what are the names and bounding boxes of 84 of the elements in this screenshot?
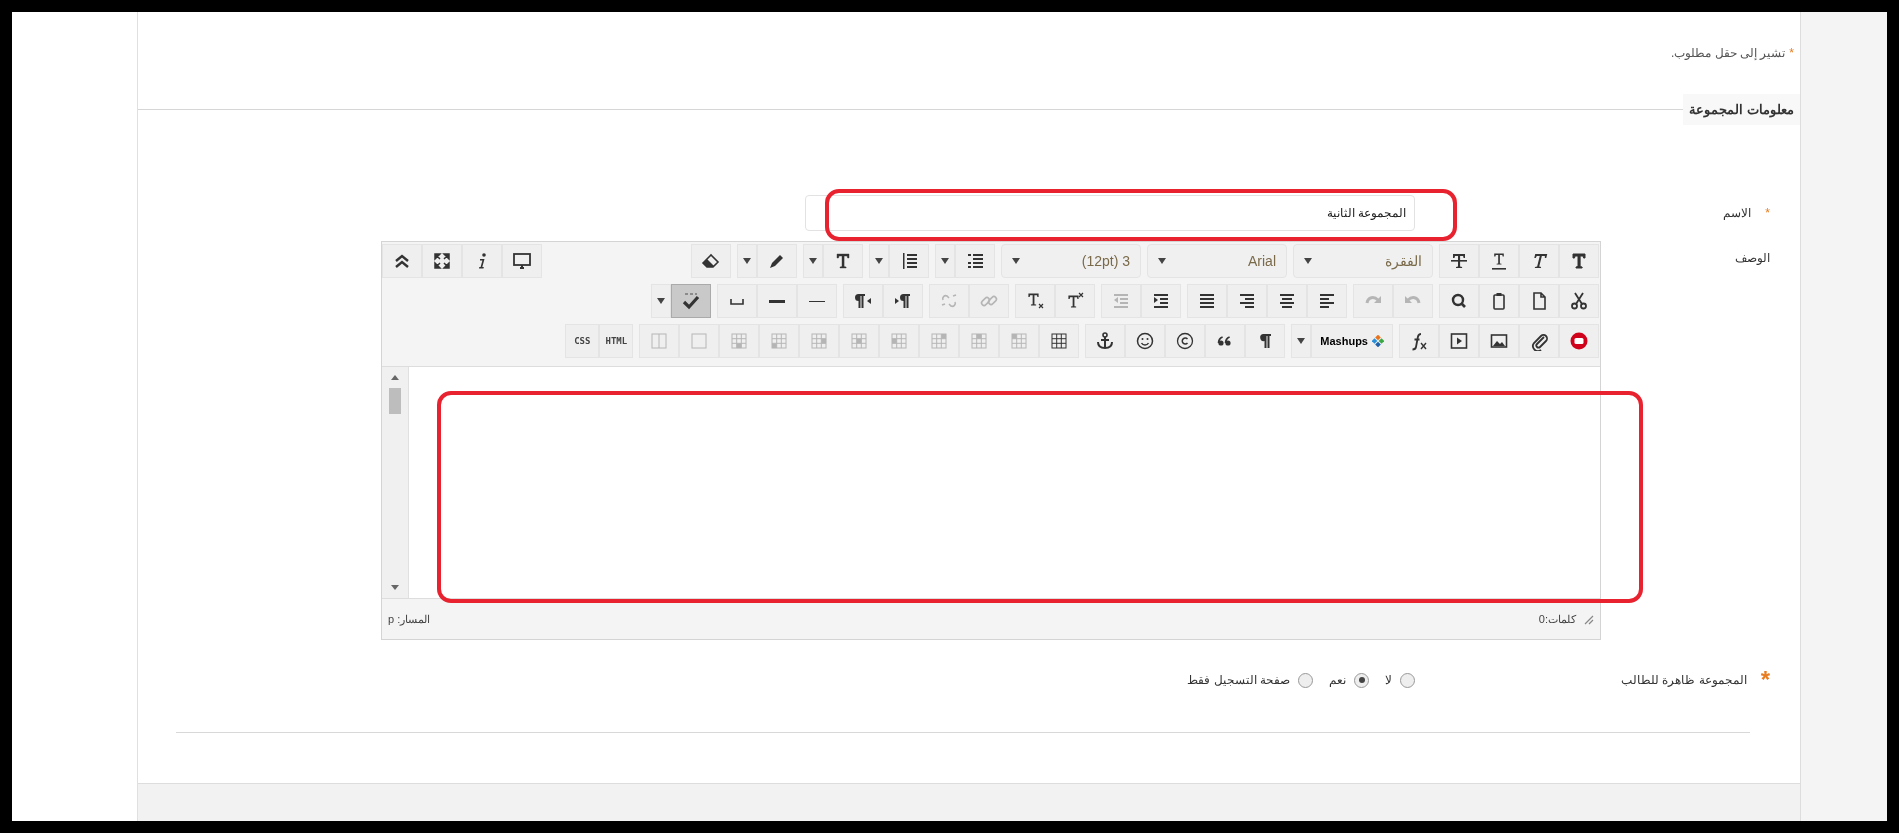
caret-icon xyxy=(875,258,883,264)
image-icon xyxy=(1489,331,1509,351)
grid-icon xyxy=(929,331,950,351)
paragraph-direction-icon xyxy=(853,291,873,311)
radio-label[interactable]: صفحة التسجيل فقط xyxy=(1187,673,1290,687)
scroll-up-icon[interactable] xyxy=(391,375,399,380)
bulleted-list-icon xyxy=(965,251,985,271)
required-mark: * xyxy=(1760,668,1770,692)
indent-icon xyxy=(1151,291,1171,311)
radio-button[interactable] xyxy=(1298,672,1313,688)
text-color-icon xyxy=(833,251,853,271)
caret-icon xyxy=(1297,338,1306,344)
align-justify-icon xyxy=(1197,291,1217,311)
code-view-button[interactable]: CSS xyxy=(565,324,600,358)
grid-icon xyxy=(849,331,870,351)
subscript-icon xyxy=(1025,291,1045,311)
scissors-icon xyxy=(1569,291,1589,311)
caret-icon xyxy=(1012,258,1020,264)
field-label: المجموعة ظاهرة للطالب xyxy=(1621,673,1747,687)
caret-icon xyxy=(657,298,665,304)
paperclip-icon xyxy=(1529,331,1549,351)
dropdown-arrow-button[interactable] xyxy=(869,244,889,278)
dropdown-select[interactable]: الفقرة xyxy=(1293,244,1433,278)
field-label: الوصف xyxy=(1735,251,1770,265)
space-icon xyxy=(730,297,744,305)
required-mark: * xyxy=(1765,206,1770,220)
radio-button[interactable] xyxy=(1354,672,1369,688)
radio-label[interactable]: نعم xyxy=(1329,673,1346,687)
dropdown-select[interactable]: (12pt) 3 xyxy=(1001,244,1141,278)
video-icon xyxy=(1569,331,1589,351)
mashups-button[interactable]: Mashups xyxy=(1311,324,1393,358)
strikethrough-icon xyxy=(1449,251,1469,271)
code-view-button[interactable]: HTML xyxy=(599,324,634,358)
eraser-icon xyxy=(701,251,721,271)
grid-icon xyxy=(969,331,990,351)
caret-icon xyxy=(809,258,817,264)
grid-icon xyxy=(809,331,830,351)
word-count: كلمات:0 xyxy=(1538,612,1576,626)
align-left-icon xyxy=(1317,291,1337,311)
table-icon xyxy=(1049,331,1070,351)
grid-icon xyxy=(769,331,790,351)
copyright-icon xyxy=(1175,331,1196,351)
grid-icon xyxy=(1009,331,1030,351)
paragraph-direction-icon xyxy=(893,291,913,311)
four-dots-icon xyxy=(1372,335,1384,347)
radio-label[interactable]: لا xyxy=(1385,673,1392,687)
radio-button[interactable] xyxy=(1400,672,1415,688)
bold-icon xyxy=(1569,251,1589,271)
dropdown-arrow-button[interactable] xyxy=(935,244,955,278)
toolbar-button[interactable] xyxy=(671,284,711,318)
dropdown-arrow-button[interactable] xyxy=(1291,324,1312,358)
field-label: الاسم xyxy=(1723,206,1752,220)
spellcheck-icon xyxy=(681,291,701,311)
name-field[interactable]: المجموعة الثانية xyxy=(805,195,1415,231)
grid-icon xyxy=(889,331,910,351)
outdent-icon xyxy=(1111,291,1131,311)
caret-icon xyxy=(941,258,949,264)
smiley-icon xyxy=(1135,331,1156,351)
required-note: تشير إلى حقل مطلوب. xyxy=(1671,46,1786,60)
align-center-icon xyxy=(1277,291,1297,311)
dropdown-arrow-button[interactable] xyxy=(737,244,757,278)
anchor-icon xyxy=(1095,331,1116,351)
media-icon xyxy=(1449,331,1469,351)
caret-icon xyxy=(1158,258,1166,264)
columns-icon xyxy=(649,331,670,351)
fullscreen-icon xyxy=(432,251,452,271)
monitor-icon xyxy=(512,251,532,271)
element-path: المسار: p xyxy=(388,612,431,626)
square-icon xyxy=(689,331,710,351)
horizontal-line-icon xyxy=(809,300,825,302)
section-title: معلومات المجموعة xyxy=(1683,94,1800,125)
dropdown-select[interactable]: Arial xyxy=(1147,244,1287,278)
resize-grip-icon[interactable] xyxy=(1582,613,1594,625)
scroll-thumb[interactable] xyxy=(389,388,401,414)
underline-icon xyxy=(1489,251,1509,271)
dropdown-arrow-button[interactable] xyxy=(651,284,671,318)
grid-icon xyxy=(729,331,750,351)
required-mark: * xyxy=(1789,46,1794,60)
caret-icon xyxy=(1304,258,1312,264)
scrollbar[interactable] xyxy=(382,367,409,598)
scroll-down-icon[interactable] xyxy=(391,585,399,590)
align-right-icon xyxy=(1237,291,1257,311)
dropdown-arrow-button[interactable] xyxy=(803,244,823,278)
caret-icon xyxy=(743,258,751,264)
